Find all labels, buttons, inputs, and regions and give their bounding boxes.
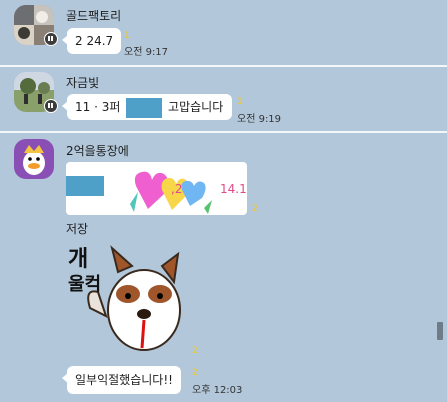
sender-name: 골드팩토리 xyxy=(66,9,122,23)
redacted-block xyxy=(126,97,163,118)
message-bubble[interactable]: 2 24.7 xyxy=(61,28,122,54)
divider xyxy=(0,65,447,67)
sticker[interactable]: 개 울컥 xyxy=(66,236,188,358)
image-card[interactable]: ,2 14.1 xyxy=(66,162,247,215)
unread-count: 2 xyxy=(192,368,198,378)
message-bubble[interactable]: 11 · 3퍼 고맙습니다 xyxy=(62,94,232,120)
message-time: 오전 9:17 xyxy=(124,47,169,58)
unread-count: 1 xyxy=(237,97,243,107)
image-card-value: 14.1 xyxy=(220,182,247,196)
avatar[interactable] xyxy=(14,139,54,179)
dog-sticker-icon: 개 울컥 xyxy=(68,245,181,351)
save-label: 저장 xyxy=(66,222,89,236)
image-card-partial: ,2 xyxy=(171,182,183,196)
message-text-suffix: 고맙습니다 xyxy=(168,100,224,114)
sender-name: 자금빛 xyxy=(66,76,100,90)
message-time: 오후 12:03 xyxy=(192,385,243,396)
unread-count: 2 xyxy=(192,346,198,356)
chat-badge-icon xyxy=(44,32,58,46)
message-text-prefix: 11 · 3퍼 xyxy=(75,100,121,114)
svg-text:개: 개 xyxy=(68,247,88,272)
unread-count: 1 xyxy=(124,31,130,41)
chat-badge-icon xyxy=(44,99,58,113)
redacted-block xyxy=(66,176,104,196)
scrollbar-thumb[interactable] xyxy=(437,322,443,340)
message-time: 오전 9:19 xyxy=(237,114,282,125)
sender-name: 2억을통장에 xyxy=(66,144,129,158)
unread-count: 2 xyxy=(252,204,258,214)
svg-text:울컥: 울컥 xyxy=(68,274,101,295)
divider xyxy=(0,131,447,133)
message-bubble[interactable]: 일부익절했습니다!! xyxy=(62,366,181,394)
duck-avatar-icon xyxy=(14,139,54,179)
